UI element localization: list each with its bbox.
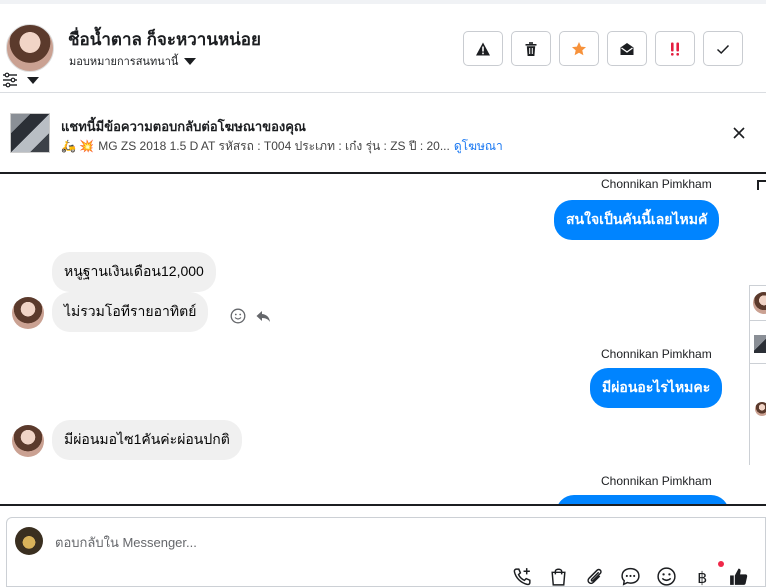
contact-avatar-small — [12, 425, 44, 457]
ad-banner-subtitle: 🛵 💥 MG ZS 2018 1.5 D AT รหัสรถ : T004 ประ… — [61, 137, 503, 156]
follow-up-button[interactable] — [655, 31, 695, 66]
side-avatar-small — [755, 402, 766, 416]
trash-icon — [525, 41, 537, 56]
conversation-actions — [463, 31, 743, 66]
composer-toolbar: ฿ — [512, 561, 749, 587]
sender-name: Chonnikan Pimkham — [601, 177, 712, 191]
scroll-edge-marker — [757, 180, 766, 190]
outgoing-message[interactable]: สนใจเป็นคันนี้เลยไหมคั — [554, 200, 720, 240]
conversation-header: ชื่อน้ำตาล ก็จะหวานหน่อย มอบหมายการสนทนา… — [0, 4, 766, 92]
contact-name[interactable]: ชื่อน้ำตาล ก็จะหวานหน่อย — [68, 26, 261, 53]
ad-context-banner: แชทนี้มีข้อความตอบกลับต่อโฆษณาของคุณ 🛵 💥… — [0, 93, 766, 172]
reply-input[interactable] — [55, 532, 655, 552]
side-ad-thumbnail — [754, 335, 766, 353]
composer-divider — [0, 504, 766, 506]
envelope-open-icon — [620, 42, 634, 55]
filter-chevron-down-icon[interactable] — [27, 77, 39, 84]
sender-name: Chonnikan Pimkham — [601, 474, 712, 488]
page-avatar — [15, 527, 43, 555]
ad-description: MG ZS 2018 1.5 D AT รหัสรถ : T004 ประเภท… — [98, 139, 450, 153]
incoming-message[interactable]: หนูฐานเงินเดือน12,000 — [52, 252, 216, 292]
notification-dot — [718, 561, 724, 567]
warning-icon — [476, 42, 490, 55]
close-icon[interactable] — [731, 125, 747, 141]
incoming-message[interactable]: มีผ่อนมอไซ1คันค่ะผ่อนปกติ — [52, 420, 242, 460]
sender-name: Chonnikan Pimkham — [601, 347, 712, 361]
view-ad-link[interactable]: ดูโฆษณา — [454, 139, 503, 153]
reply-icon[interactable] — [255, 308, 271, 324]
double-exclamation-icon — [671, 42, 679, 56]
incoming-message[interactable]: ไม่รวมโอทีรายอาทิตย์ — [52, 292, 209, 332]
saved-reply-icon[interactable] — [620, 566, 641, 587]
svg-text:฿: ฿ — [697, 568, 707, 587]
smile-react-icon[interactable] — [230, 308, 246, 324]
shopping-bag-icon[interactable] — [548, 566, 569, 587]
reply-composer: ฿ — [6, 517, 766, 587]
side-preview-panel[interactable] — [749, 285, 766, 465]
filter-sliders-icon[interactable] — [2, 72, 18, 88]
message-thread[interactable]: Chonnikan Pimkham สนใจเป็นคันนี้เลยไหมคั… — [0, 174, 750, 504]
ad-banner-title: แชทนี้มีข้อความตอบกลับต่อโฆษณาของคุณ — [61, 119, 306, 134]
call-add-icon[interactable] — [512, 566, 533, 587]
delete-button[interactable] — [511, 31, 551, 66]
side-avatar — [753, 292, 766, 314]
baht-payment-icon[interactable]: ฿ — [692, 566, 713, 587]
side-divider — [750, 320, 766, 321]
contact-avatar[interactable] — [6, 24, 54, 72]
report-button[interactable] — [463, 31, 503, 66]
outgoing-message-partial[interactable] — [556, 495, 729, 504]
side-divider — [750, 363, 766, 364]
ad-emoji: 🛵 💥 — [61, 139, 95, 153]
ad-thumbnail[interactable] — [10, 113, 50, 153]
mark-done-button[interactable] — [703, 31, 743, 66]
contact-avatar-small — [12, 297, 44, 329]
star-icon — [572, 41, 586, 55]
star-button[interactable] — [559, 31, 599, 66]
check-icon — [716, 44, 730, 54]
chevron-down-icon — [184, 57, 197, 65]
paperclip-icon[interactable] — [584, 566, 605, 587]
mark-unread-button[interactable] — [607, 31, 647, 66]
assign-conversation-dropdown[interactable]: มอบหมายการสนทนานี้ — [69, 52, 197, 70]
outgoing-message[interactable]: มีผ่อนอะไรไหมคะ — [590, 368, 723, 408]
emoji-icon[interactable] — [656, 566, 677, 587]
thumbs-up-icon[interactable] — [728, 566, 749, 587]
assign-label: มอบหมายการสนทนานี้ — [69, 56, 179, 68]
